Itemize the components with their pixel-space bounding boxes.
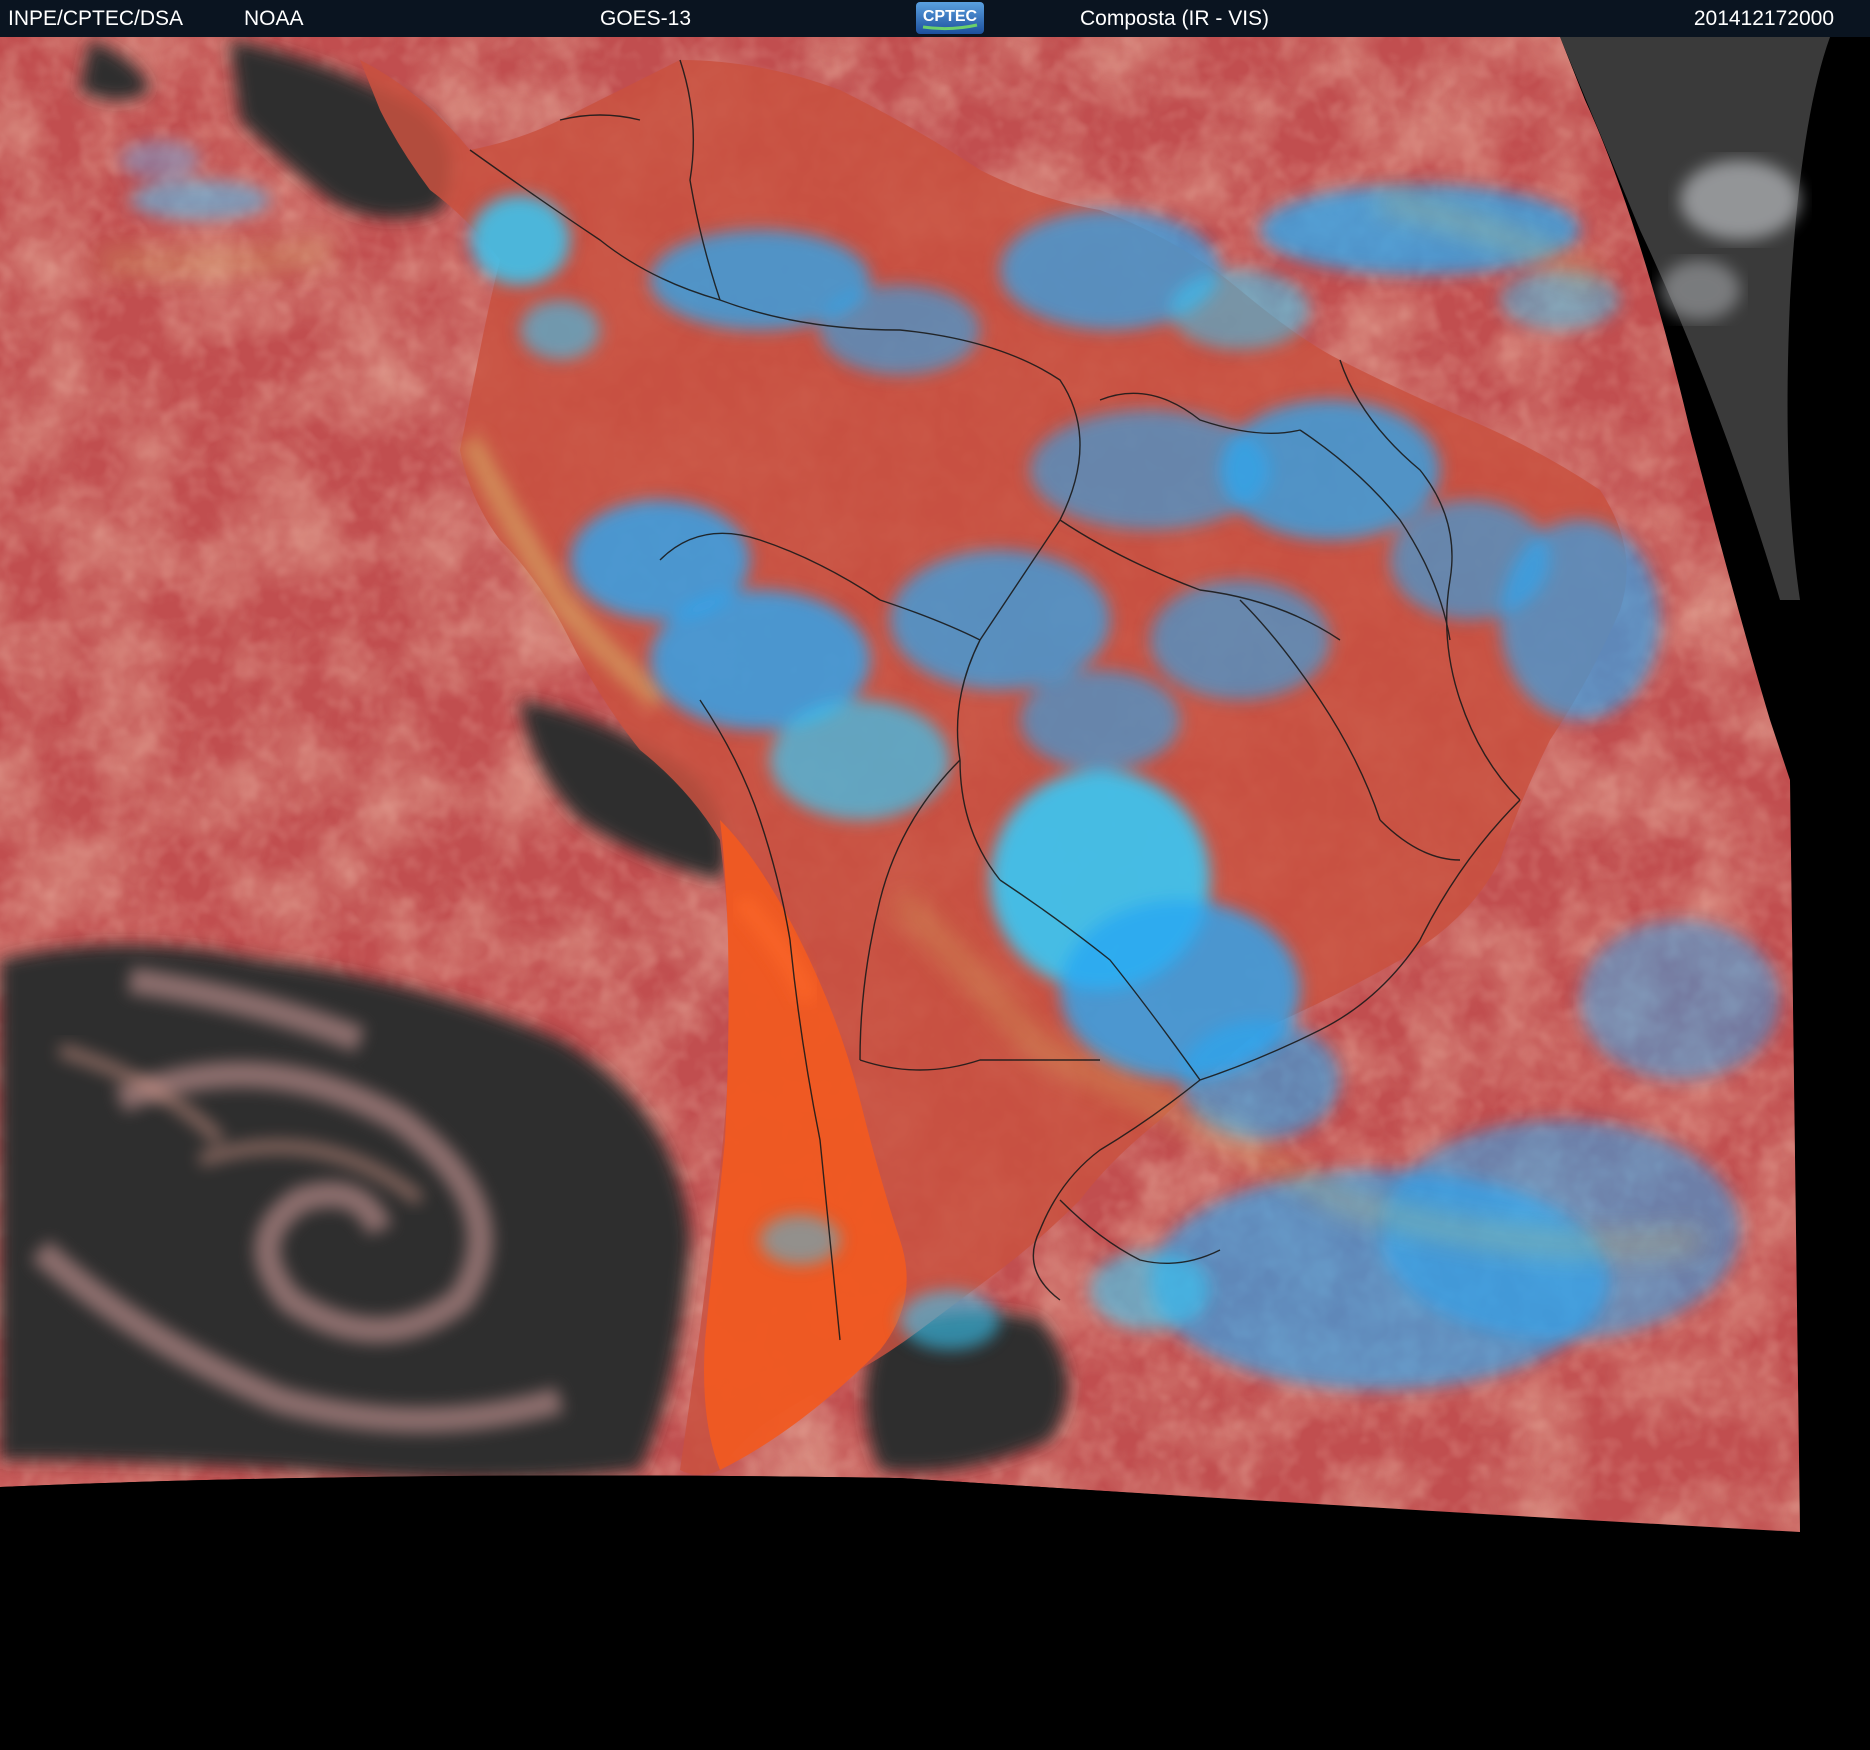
timestamp-label: 201412172000 bbox=[1693, 7, 1834, 30]
satellite-composite-map bbox=[0, 37, 1870, 1750]
partner-label: NOAA bbox=[244, 7, 304, 30]
header-bar: INPE/CPTEC/DSA NOAA GOES-13 CPTEC Compos… bbox=[0, 0, 1870, 37]
agency-label: INPE/CPTEC/DSA bbox=[8, 7, 184, 30]
logo-text: CPTEC bbox=[923, 8, 978, 25]
satellite-label: GOES-13 bbox=[600, 7, 692, 30]
cptec-logo: CPTEC bbox=[916, 2, 984, 34]
product-label: Composta (IR - VIS) bbox=[1080, 7, 1270, 30]
